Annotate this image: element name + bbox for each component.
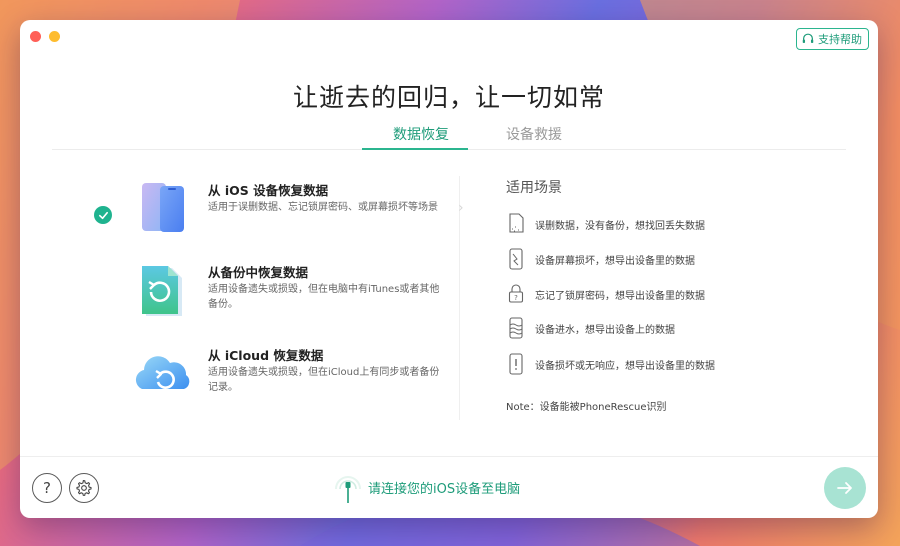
backup-file-icon bbox=[142, 266, 182, 316]
support-help-label: 支持帮助 bbox=[818, 33, 862, 46]
headset-icon bbox=[802, 33, 814, 43]
icloud-icon bbox=[135, 356, 190, 389]
connect-device-prompt: 请连接您的iOS设备至电脑 bbox=[332, 469, 520, 505]
scenario-text: 忘记了锁屏密码，想导出设备里的数据 bbox=[535, 290, 705, 302]
next-button[interactable] bbox=[824, 467, 866, 509]
scenario-item: 设备屏幕损坏，想导出设备里的数据 bbox=[506, 246, 695, 272]
option-title: 从 iCloud 恢复数据 bbox=[208, 348, 324, 363]
usb-cable-icon bbox=[335, 476, 361, 503]
option-description: 适用设备遗失或损毁，但在电脑中有iTunes或者其他备份。 bbox=[208, 284, 440, 310]
scenario-text: 设备进水，想导出设备上的数据 bbox=[535, 324, 675, 336]
deleted-data-icon bbox=[509, 213, 524, 233]
broken-screen-icon bbox=[509, 248, 523, 270]
scenario-item: 误删数据，没有备份，想找回丢失数据 bbox=[506, 211, 705, 237]
mode-tabs: 数据恢复 设备救援 bbox=[20, 124, 878, 150]
scenario-text: 设备屏幕损坏，想导出设备里的数据 bbox=[535, 255, 695, 267]
active-tab-indicator bbox=[362, 148, 468, 150]
tab-device-rescue[interactable]: 设备救援 bbox=[502, 124, 566, 144]
footer-divider bbox=[20, 456, 878, 457]
close-window-button[interactable] bbox=[30, 31, 41, 42]
option-description: 适用于误删数据、忘记锁屏密码、或屏幕损坏等场景 bbox=[208, 202, 438, 213]
option-title: 从备份中恢复数据 bbox=[208, 265, 309, 280]
window-controls bbox=[30, 31, 60, 42]
phone-icon bbox=[142, 183, 184, 232]
option-description: 适用设备遗失或损毁，但在iCloud上有同步或者备份记录。 bbox=[208, 367, 440, 393]
app-window: 支持帮助 让逝去的回归，让一切如常 数据恢复 设备救援 从 iOS 设备恢复数据 bbox=[20, 20, 878, 518]
connect-device-text: 请连接您的iOS设备至电脑 bbox=[368, 481, 521, 497]
page-title: 让逝去的回归，让一切如常 bbox=[292, 83, 605, 112]
help-button[interactable]: ? bbox=[32, 473, 62, 503]
option-backup-recovery[interactable]: 从备份中恢复数据 适用设备遗失或损毁，但在电脑中有iTunes或者其他备份。 bbox=[20, 262, 460, 334]
arrow-right-icon bbox=[837, 482, 852, 494]
scenario-item: ? 忘记了锁屏密码，想导出设备里的数据 bbox=[506, 281, 705, 307]
svg-text:?: ? bbox=[514, 294, 518, 302]
question-icon: ? bbox=[43, 479, 51, 497]
gear-icon bbox=[76, 479, 92, 496]
scenario-item: 设备进水，想导出设备上的数据 bbox=[506, 315, 675, 341]
scenario-text: 误删数据，没有备份，想找回丢失数据 bbox=[535, 220, 705, 232]
scenario-item: 设备损坏或无响应，想导出设备里的数据 bbox=[506, 351, 715, 377]
scenarios-title: 适用场景 bbox=[506, 180, 562, 196]
lock-icon: ? bbox=[508, 284, 524, 303]
option-ios-device-recovery[interactable]: 从 iOS 设备恢复数据 适用于误删数据、忘记锁屏密码、或屏幕损坏等场景 bbox=[20, 180, 460, 252]
chevron-right-icon: › bbox=[458, 200, 464, 216]
option-title: 从 iOS 设备恢复数据 bbox=[208, 183, 329, 198]
tab-data-recovery[interactable]: 数据恢复 bbox=[389, 124, 453, 144]
unresponsive-icon bbox=[509, 353, 523, 375]
minimize-window-button[interactable] bbox=[49, 31, 60, 42]
selected-check-icon bbox=[94, 206, 112, 224]
support-help-button[interactable]: 支持帮助 bbox=[796, 28, 869, 50]
option-icloud-recovery[interactable]: 从 iCloud 恢复数据 适用设备遗失或损毁，但在iCloud上有同步或者备份… bbox=[20, 345, 460, 417]
water-damage-icon bbox=[509, 317, 523, 339]
compatibility-note: Note：设备能被PhoneRescue识别 bbox=[506, 402, 667, 413]
scenario-text: 设备损坏或无响应，想导出设备里的数据 bbox=[535, 360, 715, 372]
settings-button[interactable] bbox=[69, 473, 99, 503]
